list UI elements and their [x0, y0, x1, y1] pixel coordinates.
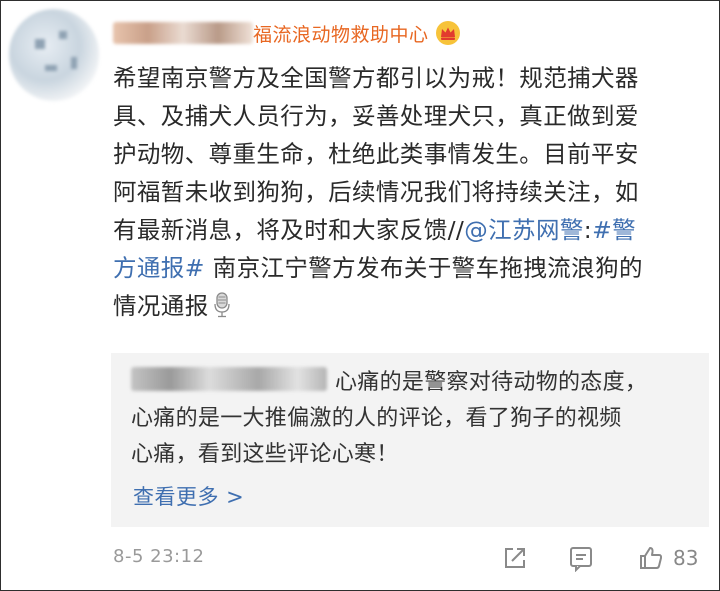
username-blurred	[113, 22, 253, 44]
quoted-line-3: 心痛，看到这些评论心寒！	[131, 442, 399, 467]
quoted-line-2: 心痛的是一大推偏激的人的评论，看了狗子的视频	[131, 406, 622, 431]
username-text: 福流浪动物救助中心	[253, 23, 429, 46]
body-line: 希望南京警方及全国警方都引以为戒！规范捕犬器	[113, 64, 639, 92]
hashtag-link-part1[interactable]: #警	[592, 216, 636, 244]
avatar[interactable]	[9, 9, 99, 101]
hashtag-link-part2[interactable]: 方通报#	[113, 254, 205, 282]
share-icon	[505, 548, 525, 568]
username[interactable]: 福流浪动物救助中心	[113, 17, 461, 49]
body-line-text: 有最新消息，将及时和大家反馈//	[113, 216, 465, 244]
body-line-text: 南京江宁警方发布关于警车拖拽流浪狗的	[212, 254, 643, 282]
quoted-line-text: 心痛的是警察对待动物的态度，	[335, 370, 648, 395]
comment-button[interactable]	[567, 541, 595, 575]
view-more-link[interactable]: 查看更多 >	[133, 481, 244, 511]
share-button[interactable]	[501, 541, 529, 575]
body-line-5: 有最新消息，将及时和大家反馈//@江苏网警:#警	[113, 211, 713, 249]
body-line-6: 方通报# 南京江宁警方发布关于警车拖拽流浪狗的	[113, 249, 713, 287]
like-count: 83	[673, 546, 699, 570]
weibo-comment-card: 福流浪动物救助中心 希望南京警方及全国警方都引以为戒！规范捕犬器 具、及捕犬人员…	[0, 0, 720, 591]
quoted-line-1: 心痛的是警察对待动物的态度，	[131, 365, 691, 401]
timestamp: 8-5 23:12	[113, 546, 205, 567]
colon: :	[583, 216, 593, 244]
body-line: 具、及捕犬人员行为，妥善处理犬只，真正做到爱	[113, 102, 639, 130]
crown-icon	[435, 21, 460, 45]
like-button[interactable]: 83	[637, 541, 698, 575]
comment-body: 希望南京警方及全国警方都引以为戒！规范捕犬器 具、及捕犬人员行为，妥善处理犬只，…	[113, 59, 713, 325]
body-line-text: 情况通报	[113, 292, 209, 320]
mention-link[interactable]: @江苏网警	[464, 216, 584, 244]
body-line-7: 情况通报	[113, 287, 713, 325]
microphone-icon	[213, 292, 230, 318]
body-line: 阿福暂未收到狗狗，后续情况我们将持续关注，如	[113, 178, 639, 206]
quoted-text: 心痛的是警察对待动物的态度， 心痛的是一大推偏激的人的评论，看了狗子的视频 心痛…	[131, 365, 691, 473]
quoted-reply[interactable]: 心痛的是警察对待动物的态度， 心痛的是一大推偏激的人的评论，看了狗子的视频 心痛…	[111, 353, 709, 527]
thumbs-up-icon	[640, 547, 663, 569]
body-line: 护动物、尊重生命，杜绝此类事情发生。目前平安	[113, 140, 639, 168]
comment-icon	[570, 547, 592, 572]
